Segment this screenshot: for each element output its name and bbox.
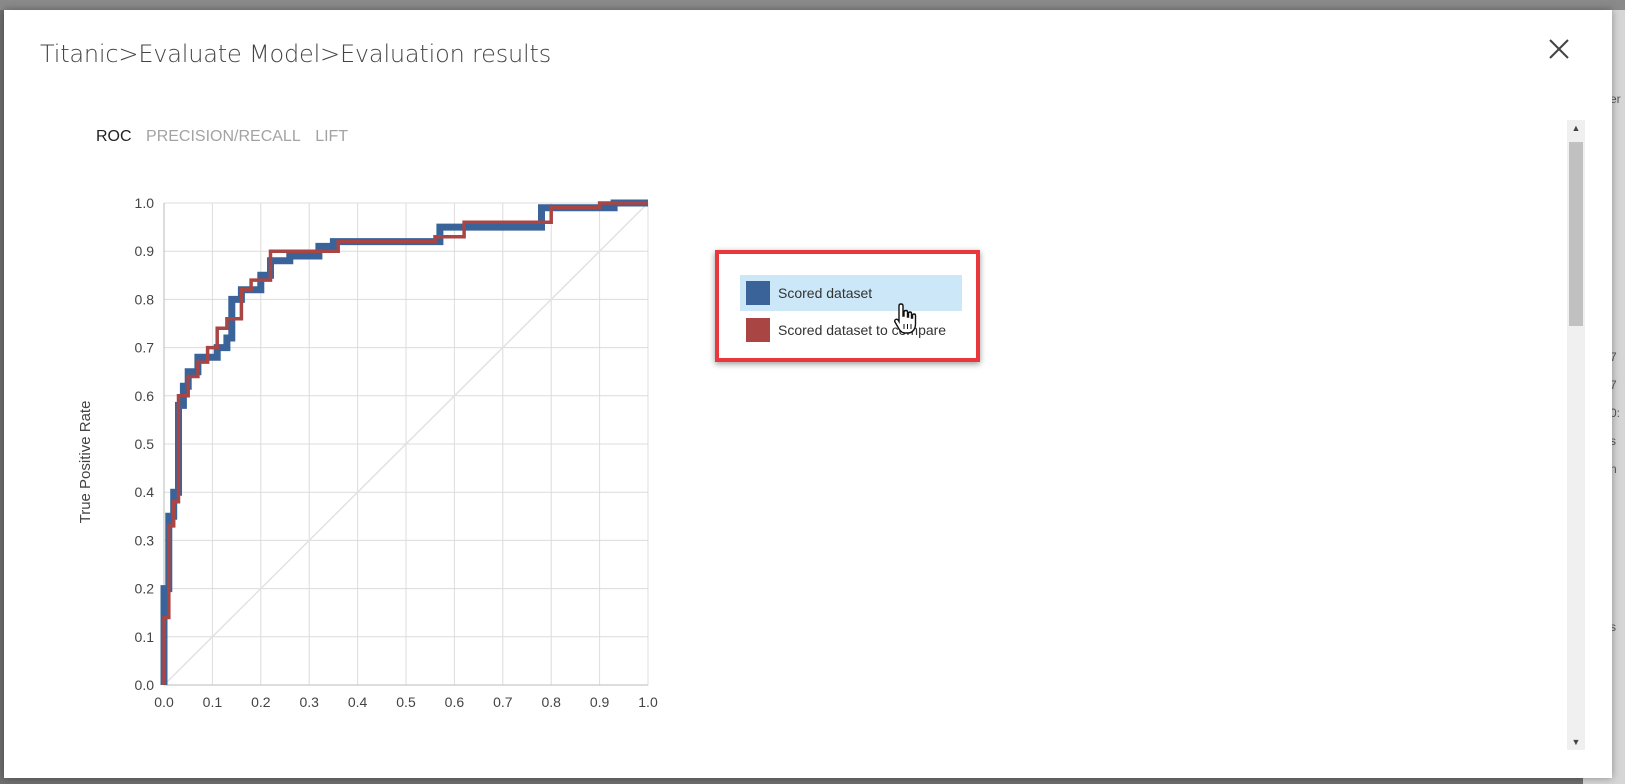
- x-tick-label: 0.6: [445, 694, 465, 710]
- vertical-scrollbar[interactable]: ▲ ▼: [1567, 120, 1585, 750]
- x-tick-label: 0.5: [396, 694, 416, 710]
- legend-swatch: [746, 318, 770, 342]
- close-x-icon: [1549, 39, 1569, 59]
- x-tick-label: 0.4: [348, 694, 368, 710]
- y-tick-label: 0.3: [135, 532, 155, 548]
- y-tick-label: 0.7: [135, 340, 155, 356]
- legend-item-scored-dataset-to-compare[interactable]: Scored dataset to compare: [740, 312, 962, 348]
- chart-legend: Scored dataset Scored dataset to compare: [715, 250, 980, 362]
- backdrop-top: [0, 0, 1625, 10]
- x-tick-label: 0.2: [251, 694, 271, 710]
- y-tick-label: 0.0: [135, 677, 155, 693]
- scroll-down-arrow-icon[interactable]: ▼: [1567, 734, 1585, 750]
- x-tick-label: 0.1: [203, 694, 223, 710]
- evaluation-results-dialog: Titanic>Evaluate Model>Evaluation result…: [4, 10, 1612, 778]
- scrollbar-thumb[interactable]: [1569, 142, 1583, 326]
- legend-swatch: [746, 281, 770, 305]
- x-tick-label: 0.9: [590, 694, 610, 710]
- legend-item-scored-dataset[interactable]: Scored dataset: [740, 275, 962, 311]
- y-tick-label: 0.9: [135, 243, 155, 259]
- scroll-up-arrow-icon[interactable]: ▲: [1567, 120, 1585, 136]
- y-tick-label: 0.5: [135, 436, 155, 452]
- x-tick-label: 0.0: [154, 694, 174, 710]
- hand-pointer-icon: [894, 303, 917, 334]
- close-button[interactable]: [1540, 30, 1578, 68]
- y-tick-label: 1.0: [135, 195, 155, 211]
- x-tick-label: 0.3: [299, 694, 319, 710]
- y-axis-label: True Positive Rate: [77, 401, 94, 524]
- roc-chart: 0.0 0.1 0.2 0.3 0.4 0.5 0.6 0.7 0.8 0.9 1.0 0.0 0.1 0…: [77, 195, 658, 710]
- y-tick-label: 0.4: [135, 484, 155, 500]
- x-tick-label: 1.0: [638, 694, 658, 710]
- x-tick-label: 0.7: [493, 694, 513, 710]
- legend-label: Scored dataset: [778, 285, 873, 301]
- y-tick-label: 0.8: [135, 291, 155, 307]
- y-tick-label: 0.2: [135, 581, 155, 597]
- y-tick-label: 0.1: [135, 629, 155, 645]
- x-tick-label: 0.8: [541, 694, 561, 710]
- y-tick-label: 0.6: [135, 388, 155, 404]
